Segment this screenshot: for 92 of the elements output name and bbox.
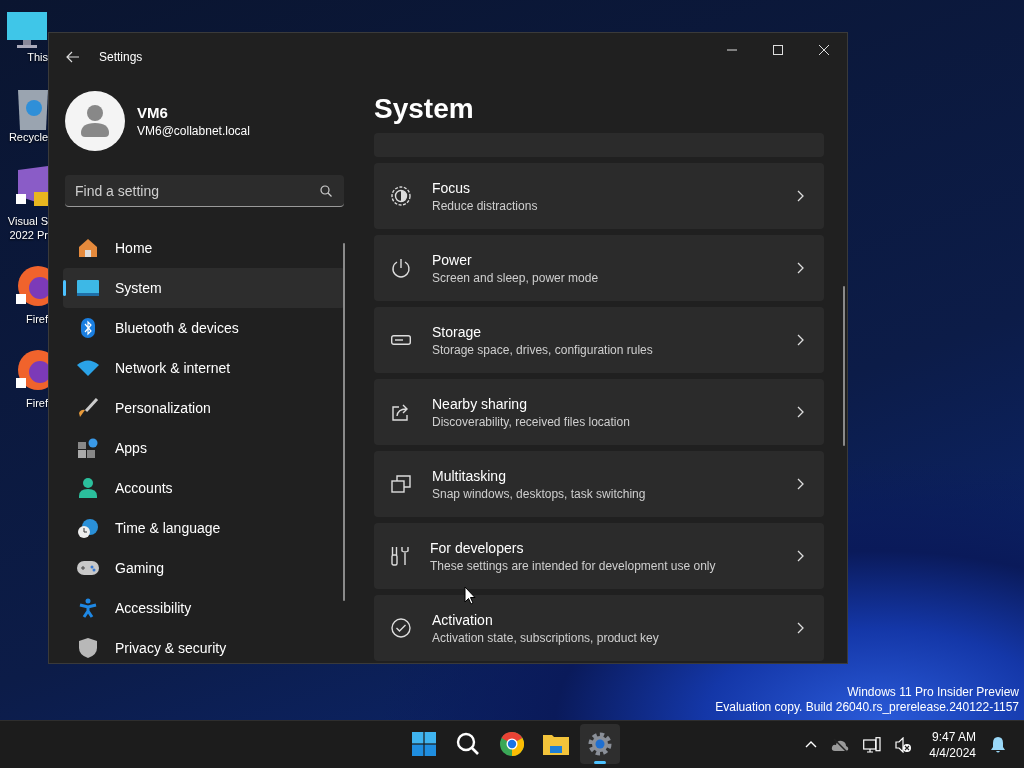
nav-item[interactable]: Accessibility [63, 588, 345, 628]
card-description: Snap windows, desktops, task switching [432, 486, 647, 501]
desktop-icon-label: 2022 Pr [9, 228, 48, 242]
close-icon [819, 45, 829, 55]
settings-card[interactable]: Focus Reduce distractions [374, 163, 824, 229]
windows-logo-icon [412, 732, 436, 756]
nav-item[interactable]: Network & internet [63, 348, 345, 388]
card-title: Focus [432, 179, 472, 196]
desktop-icon-label: Visual S [7, 214, 48, 228]
settings-card[interactable]: Multitasking Snap windows, desktops, task switching [374, 451, 824, 517]
house-icon [77, 238, 99, 258]
settings-card[interactable]: Nearby sharing Discoverability, received files location [374, 379, 824, 445]
wifi-icon [77, 360, 99, 376]
scrollbar[interactable] [843, 286, 845, 446]
chevron-right-icon [797, 262, 804, 274]
arrow-left-icon [66, 51, 80, 63]
monitor-icon[interactable] [6, 10, 48, 50]
nav-item[interactable]: Gaming [63, 548, 345, 588]
nav-item[interactable]: Accounts [63, 468, 345, 508]
browser-icon [500, 732, 524, 756]
mouse-cursor-icon [464, 586, 476, 605]
nav-item[interactable]: Personalization [63, 388, 345, 428]
chevron-up-icon[interactable] [805, 741, 818, 748]
card-title: Multitasking [432, 467, 507, 484]
monitor-icon [77, 280, 99, 296]
bell-icon[interactable] [990, 735, 1006, 754]
gamepad-icon [77, 560, 99, 576]
desktop-icon-label: This [27, 50, 48, 64]
settings-card[interactable]: Activation Activation state, subscriptions, product key [374, 595, 824, 661]
accessibility-icon [77, 598, 99, 618]
chevron-right-icon [797, 406, 804, 418]
desktop-icon-label: Firef [26, 396, 48, 410]
folder-icon [543, 733, 569, 755]
network-monitor-icon[interactable] [863, 736, 882, 753]
globe-clock-icon [77, 518, 99, 538]
apps-grid-icon [77, 438, 99, 458]
page-title: System [374, 92, 475, 126]
paintbrush-icon [77, 398, 99, 418]
card-description: These settings are intended for development use only [430, 558, 717, 573]
card-description: Reduce distractions [432, 198, 539, 213]
settings-card[interactable]: Power Screen and sleep, power mode [374, 235, 824, 301]
chevron-right-icon [797, 190, 804, 202]
card-title: Activation [432, 611, 494, 628]
search-icon [456, 732, 480, 756]
card-description: Discoverability, received files location [432, 414, 631, 429]
focus-icon [391, 186, 411, 206]
nav-item[interactable]: Privacy & security [63, 628, 345, 668]
card-description: Screen and sleep, power mode [432, 270, 600, 285]
share-icon [391, 403, 411, 421]
clock-time[interactable]: 9:47 AM [931, 728, 976, 745]
selection-indicator [63, 280, 66, 296]
card-title: Storage [432, 323, 483, 340]
avatar-silhouette-icon [65, 91, 125, 151]
windows-icon [391, 475, 411, 493]
card-description: Activation state, subscriptions, product key [432, 630, 660, 645]
user-email: VM6@collabnet.local [137, 124, 250, 138]
settings-card[interactable]: For developers These settings are intended for development use only [374, 523, 824, 589]
user-name: VM6 [137, 104, 169, 121]
clock-date[interactable]: 4/4/2024 [929, 744, 976, 761]
gear-icon [588, 732, 612, 756]
scrollbar[interactable] [343, 243, 345, 601]
shield-icon [77, 638, 99, 658]
tools-icon [391, 546, 409, 566]
desktop-icon-label: Recycle [8, 130, 48, 144]
drive-icon [391, 335, 411, 345]
nav-item[interactable]: Apps [63, 428, 345, 468]
desktop-icon-label: Firef [26, 312, 48, 326]
build-info-text: Evaluation copy. Build 26040.rs_prerelease.240122-1157 [715, 700, 1019, 715]
power-icon [391, 258, 411, 278]
nav-item[interactable]: Time & language [63, 508, 345, 548]
maximize-icon [773, 45, 783, 55]
settings-card[interactable]: Storage Storage space, drives, configuration rules [374, 307, 824, 373]
card-title: For developers [430, 539, 525, 556]
build-info-text: Windows 11 Pro Insider Preview [847, 685, 1019, 700]
chevron-right-icon [797, 334, 804, 346]
card-title: Nearby sharing [432, 395, 528, 412]
window-title: Settings [99, 50, 143, 64]
active-app-indicator [594, 761, 606, 764]
person-icon [77, 478, 99, 498]
nav-item[interactable]: Home [63, 228, 345, 268]
cloud-off-icon[interactable] [831, 737, 850, 752]
nav-item[interactable]: System [63, 268, 345, 308]
card-description: Storage space, drives, configuration rules [432, 342, 654, 357]
nav-item[interactable]: Bluetooth & devices [63, 308, 345, 348]
chevron-right-icon [797, 622, 804, 634]
search-icon [320, 185, 332, 197]
search-field[interactable]: Find a setting [65, 175, 344, 207]
speaker-muted-icon[interactable] [895, 736, 912, 753]
chevron-right-icon [797, 478, 804, 490]
card-title: Power [432, 251, 473, 268]
checkmark-circle-icon [391, 618, 411, 638]
chevron-right-icon [797, 550, 804, 562]
